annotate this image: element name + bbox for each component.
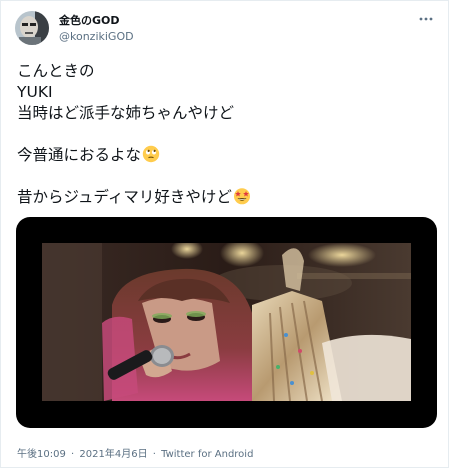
star-struck-emoji-icon bbox=[233, 187, 251, 205]
tweet-line-text: 今普通におるよな bbox=[17, 146, 142, 164]
author-name[interactable]: 金色のGOD bbox=[59, 12, 120, 28]
tweet-line-text: 昔からジュディマリ好きやけど bbox=[17, 188, 232, 206]
tweet-line: 当時はど派手な姉ちゃんやけど bbox=[17, 104, 235, 122]
tweet-metadata: 午後10:09 · 2021年4月6日 · Twitter for Androi… bbox=[17, 445, 253, 460]
avatar[interactable] bbox=[15, 11, 49, 45]
meta-separator: · bbox=[152, 449, 156, 460]
tweet-text: こんときの YUKI 当時はど派手な姉ちゃんやけど 今普通におるよな 昔からジュ… bbox=[17, 61, 437, 208]
tweet-line: 昔からジュディマリ好きやけど bbox=[17, 187, 437, 208]
tweet-line: YUKI bbox=[17, 83, 53, 101]
tweet-time[interactable]: 午後10:09 bbox=[17, 449, 66, 460]
more-dots-icon bbox=[419, 17, 433, 21]
tweet-line: こんときの bbox=[17, 62, 95, 80]
tweet-date[interactable]: 2021年4月6日 bbox=[79, 449, 147, 460]
tweet-source[interactable]: Twitter for Android bbox=[161, 449, 253, 460]
author-handle[interactable]: @konzikiGOD bbox=[59, 30, 134, 43]
more-options-button[interactable] bbox=[418, 11, 434, 27]
meta-separator: · bbox=[71, 449, 75, 460]
face-with-rolling-eyes-emoji-icon bbox=[142, 145, 160, 163]
tweet-media[interactable] bbox=[16, 217, 437, 428]
tweet-card: 金色のGOD @konzikiGOD こんときの YUKI 当時はど派手な姉ちゃ… bbox=[0, 0, 449, 468]
concert-still-image-icon bbox=[42, 243, 411, 401]
tweet-line: 今普通におるよな bbox=[17, 145, 437, 166]
avatar-image-icon bbox=[15, 11, 49, 45]
